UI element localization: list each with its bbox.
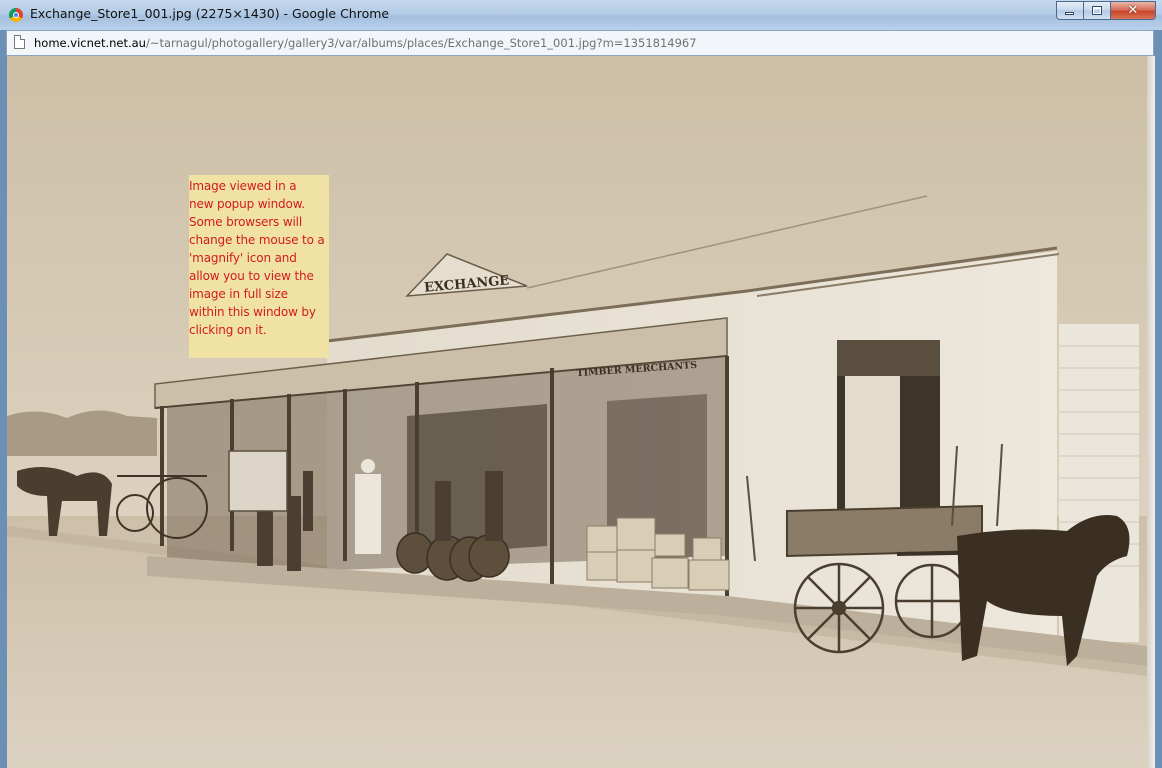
url-host: home.vicnet.net.au — [34, 36, 146, 50]
image-viewport[interactable]: EXCHANGE TIMBER MERCHANTS — [7, 56, 1155, 768]
photo-right-edge — [1147, 56, 1155, 768]
maximize-button[interactable] — [1083, 1, 1110, 20]
close-icon: ✕ — [1127, 3, 1139, 18]
note-line: allow you to view the — [189, 269, 314, 283]
note-line: image in full size — [189, 287, 288, 301]
note-line: change the mouse to a — [189, 233, 325, 247]
note-line: 'magnify' icon and — [189, 251, 297, 265]
chrome-logo-icon — [9, 8, 23, 22]
note-line: within this window by — [189, 305, 316, 319]
note-line: clicking on it. — [189, 323, 267, 337]
window-title: Exchange_Store1_001.jpg (2275×1430) - Go… — [30, 6, 390, 21]
minimize-button[interactable] — [1056, 1, 1083, 20]
address-bar[interactable]: home.vicnet.net.au/~tarnagul/photogaller… — [6, 30, 1154, 56]
page-icon — [14, 35, 25, 49]
maximize-icon — [1092, 6, 1102, 15]
note-line: Image viewed in a — [189, 179, 297, 193]
popup-info-note: Image viewed in a new popup window. Some… — [189, 175, 329, 358]
url-path: /~tarnagul/photogallery/gallery3/var/alb… — [145, 36, 697, 50]
close-button[interactable]: ✕ — [1110, 1, 1156, 20]
minimize-icon — [1065, 12, 1074, 15]
title-bar[interactable]: Exchange_Store1_001.jpg (2275×1430) - Go… — [0, 0, 1162, 30]
window-controls: ✕ — [1056, 1, 1156, 21]
browser-window: Exchange_Store1_001.jpg (2275×1430) - Go… — [0, 0, 1162, 768]
note-line: new popup window. — [189, 197, 305, 211]
exchange-store-photo[interactable]: EXCHANGE TIMBER MERCHANTS — [7, 56, 1147, 768]
url-text[interactable]: home.vicnet.net.au/~tarnagul/photogaller… — [34, 36, 697, 50]
note-line: Some browsers will — [189, 215, 303, 229]
